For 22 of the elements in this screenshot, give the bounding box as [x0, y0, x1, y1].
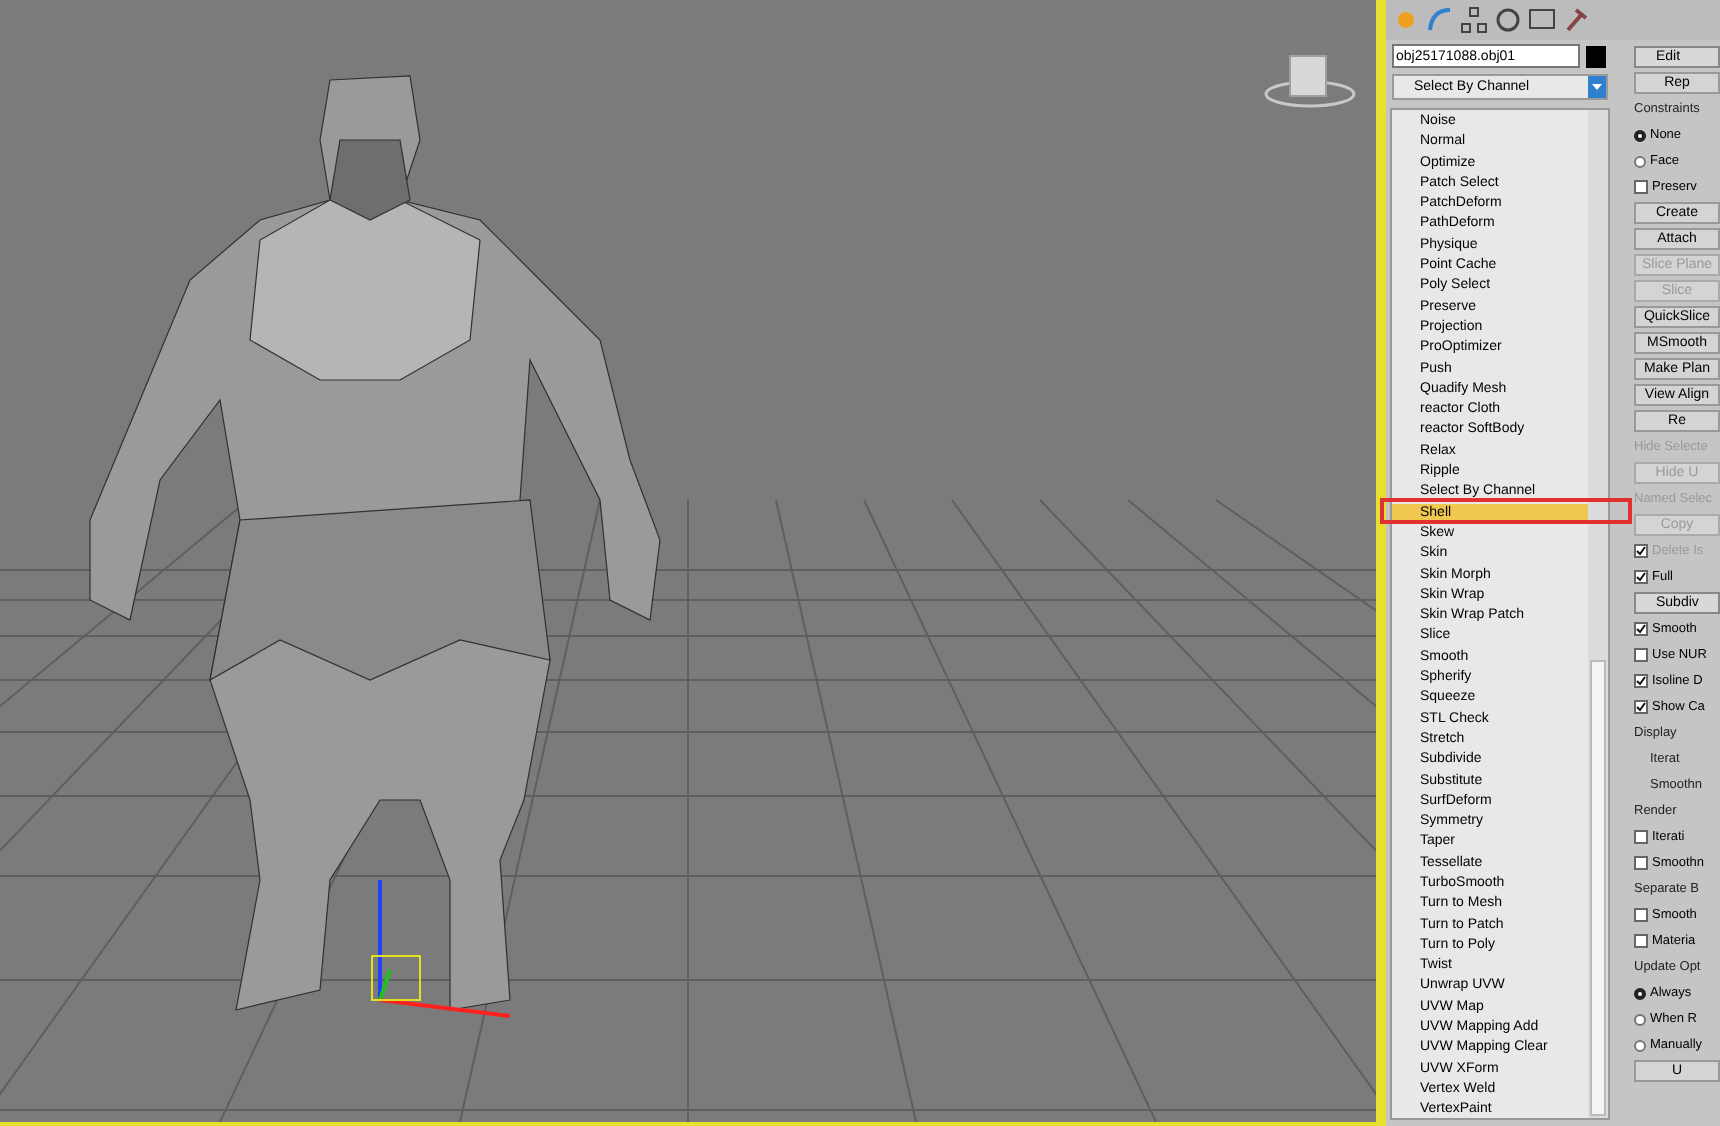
scrollbar-thumb[interactable] [1590, 660, 1606, 1116]
checkbox[interactable] [1634, 570, 1648, 584]
character-model-drawing[interactable] [89, 75, 661, 1011]
checkbox[interactable] [1634, 934, 1648, 948]
checkbox[interactable] [1634, 674, 1648, 688]
checkbox[interactable] [1634, 180, 1648, 194]
checkbox[interactable] [1634, 908, 1648, 922]
checkbox[interactable] [1634, 622, 1648, 636]
monitor-icon[interactable] [1528, 6, 1556, 34]
axis-gizmo-icon[interactable] [371, 880, 511, 1018]
viewport[interactable] [0, 0, 1380, 1126]
checkbox[interactable] [1634, 830, 1648, 844]
checkbox[interactable] [1634, 544, 1648, 558]
object-color-swatch[interactable] [1586, 45, 1606, 67]
scrollbar[interactable] [1588, 110, 1608, 1118]
clock-icon[interactable] [1494, 6, 1522, 34]
checkbox[interactable] [1634, 648, 1648, 662]
checkbox[interactable] [1634, 700, 1648, 714]
hierarchy-icon[interactable] [1460, 6, 1488, 34]
checkbox[interactable] [1634, 856, 1648, 870]
view-cube-icon[interactable] [1264, 55, 1356, 108]
hammer-icon[interactable] [1562, 6, 1590, 34]
